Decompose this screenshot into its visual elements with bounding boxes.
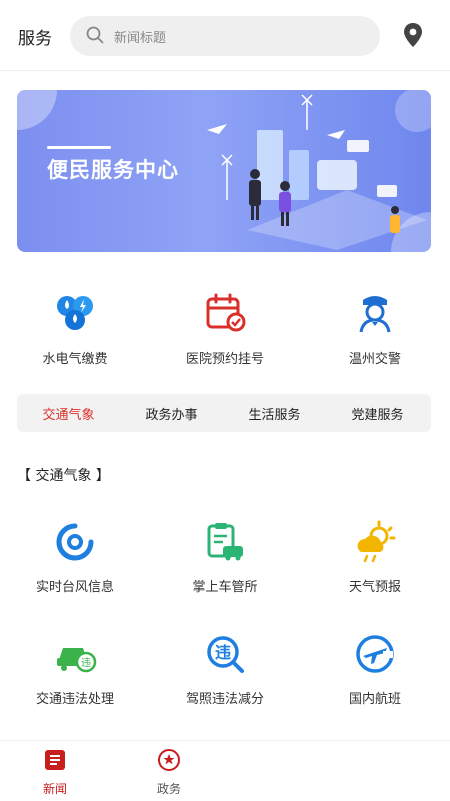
search-placeholder: 新闻标题: [114, 31, 167, 46]
service-label: 水电气缴费: [42, 352, 108, 367]
tab-government-affairs[interactable]: 政务办事: [120, 404, 223, 423]
grid-item-weather[interactable]: 天气预报: [300, 520, 450, 595]
banner[interactable]: 便民服务中心: [17, 90, 431, 252]
nav-label: 政务: [156, 782, 181, 796]
service-wenzhou-police[interactable]: 温州交警: [300, 290, 450, 367]
airplane-icon: [353, 635, 397, 680]
grid-item-traffic-violation[interactable]: 违 交通违法处理: [0, 632, 150, 707]
grid-item-domestic-flights[interactable]: 国内航班: [300, 632, 450, 707]
service-utility-payment[interactable]: 水电气缴费: [0, 290, 150, 367]
bottom-nav: 新闻 政务: [0, 740, 450, 801]
grid-label: 实时台风信息: [35, 580, 114, 595]
top-header: 服务 新闻标题: [0, 0, 450, 71]
nav-news[interactable]: 新闻: [10, 747, 100, 797]
tab-life-services[interactable]: 生活服务: [223, 404, 326, 423]
service-hospital-appointment[interactable]: 医院预约挂号: [150, 290, 300, 367]
utility-icon: [53, 296, 97, 338]
nav-government[interactable]: 政务: [124, 747, 214, 797]
weather-icon: [353, 520, 397, 568]
search-icon: [86, 26, 104, 48]
banner-accent-line: [47, 146, 111, 149]
clipboard-car-icon: [203, 523, 247, 568]
grid-item-typhoon[interactable]: 实时台风信息: [0, 520, 150, 595]
category-tabs: 交通气象 政务办事 生活服务 党建服务: [17, 394, 431, 432]
tab-traffic-weather[interactable]: 交通气象: [17, 404, 120, 423]
grid-label: 驾照违法减分: [185, 692, 264, 707]
svg-text:违: 违: [81, 657, 91, 669]
car-violation-icon: 违: [53, 648, 97, 680]
location-pin-icon[interactable]: [402, 22, 424, 52]
police-icon: [353, 296, 397, 338]
typhoon-icon: [53, 523, 97, 568]
grid-label: 掌上车管所: [192, 580, 258, 595]
grid-label: 国内航班: [348, 692, 401, 707]
service-label: 温州交警: [348, 352, 401, 367]
grid-label: 交通违法处理: [35, 692, 114, 707]
news-icon: [42, 750, 68, 777]
banner-title: 便民服务中心: [47, 158, 179, 182]
grid-label: 天气预报: [348, 580, 401, 595]
government-icon: [156, 749, 182, 777]
grid-item-vehicle-office[interactable]: 掌上车管所: [150, 520, 300, 595]
svg-text:违: 违: [215, 643, 231, 662]
grid-item-license-points[interactable]: 违 驾照违法减分: [150, 632, 300, 707]
service-label: 医院预约挂号: [185, 352, 264, 367]
nav-label: 新闻: [42, 782, 67, 796]
section-title: 【 交通气象 】: [17, 468, 110, 484]
search-bar[interactable]: 新闻标题: [70, 16, 380, 56]
calendar-check-icon: [203, 293, 247, 338]
page-title: 服务: [18, 29, 52, 49]
license-search-icon: 违: [203, 636, 247, 680]
tab-party-services[interactable]: 党建服务: [326, 404, 429, 423]
